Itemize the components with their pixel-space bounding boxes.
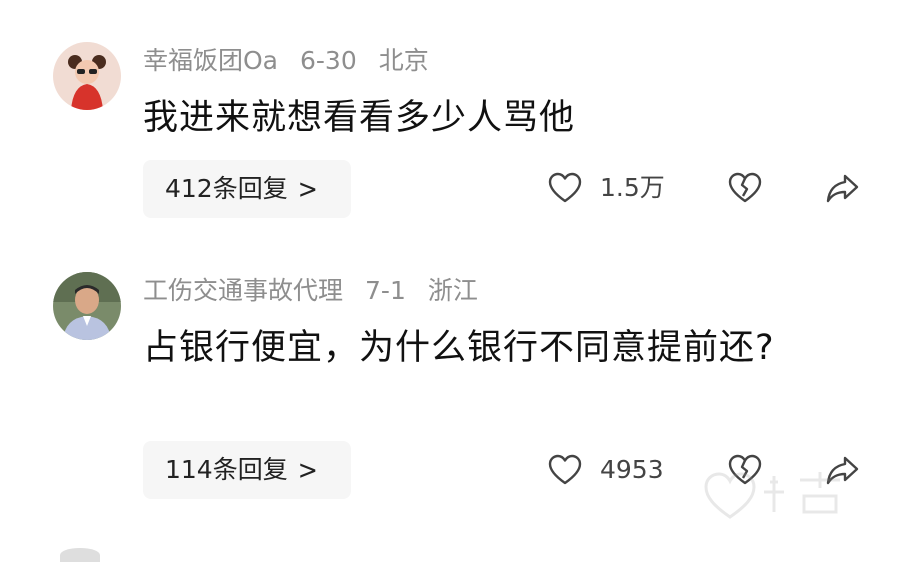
username[interactable]: 幸福饭团Oa [143,46,278,75]
comment-location: 北京 [378,46,429,75]
comment-actions: 1.5万 [0,166,900,226]
heart-icon[interactable] [545,168,585,208]
comment-text: 我进来就想看看多少人骂他 [143,98,576,138]
comment-meta: 工伤交通事故代理 7-1 浙江 [143,274,478,308]
comment-text: 占银行便宜，为什么银行不同意提前还? [143,328,775,368]
avatar-girl-image [53,42,121,110]
avatar[interactable] [53,272,121,340]
avatar[interactable] [53,42,121,110]
like-count: 4953 [600,455,664,484]
username[interactable]: 工伤交通事故代理 [143,276,343,305]
comment-meta: 幸福饭团Oa 6-30 北京 [143,44,429,78]
share-arrow-icon[interactable] [823,168,863,208]
broken-heart-icon[interactable] [725,168,765,208]
comment-date: 7-1 [365,276,406,305]
next-avatar-partial [60,548,100,562]
comment-location: 浙江 [427,276,478,305]
comment-date: 6-30 [300,46,357,75]
like-count: 1.5万 [600,173,665,202]
heart-icon[interactable] [545,450,585,490]
avatar-man-image [53,272,121,340]
watermark-logo [700,462,860,532]
